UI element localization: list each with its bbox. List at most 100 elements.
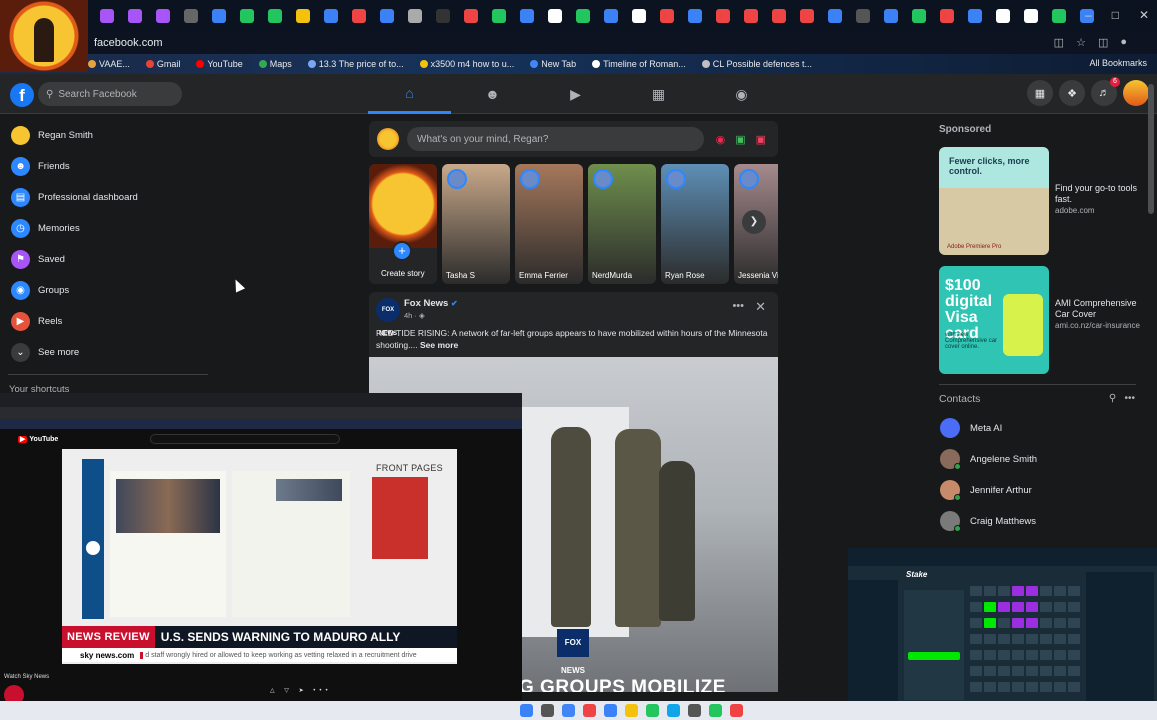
taskbar-app-icon[interactable] [646,704,659,717]
sidebar-item-groups[interactable]: ◉ Groups [0,275,210,306]
story-card[interactable]: Ryan Rose [661,164,729,284]
browser-tab[interactable] [492,9,506,23]
browser-tab[interactable] [380,9,394,23]
plus-icon[interactable]: + [392,241,412,261]
sidebar-item-saved[interactable]: ⚑ Saved [0,244,210,275]
bookmark-item[interactable]: CL Possible defences t... [701,59,812,69]
browser-tab[interactable] [688,9,702,23]
profile-icon[interactable]: ● [1120,36,1127,49]
taskbar-app-icon[interactable] [541,704,554,717]
ad-headline[interactable]: Find your go-to tools fast. adobe.com [1055,183,1141,216]
contact-item[interactable]: Meta AI [940,418,1002,438]
notifications-icon[interactable]: ♬ 6 [1091,77,1120,106]
browser-tab[interactable] [324,9,338,23]
contacts-more-icon[interactable]: ••• [1124,393,1135,404]
extensions-icon[interactable]: ◫ [1098,36,1108,49]
stories-next-button[interactable]: ❯ [742,210,766,234]
browser-tab[interactable] [184,9,198,23]
browser-tab[interactable] [828,9,842,23]
live-video-icon[interactable]: ◉ [716,133,726,146]
bookmark-item[interactable]: YouTube [196,59,243,69]
taskbar-app-icon[interactable] [730,704,743,717]
sponsored-ad[interactable]: Fewer clicks, more control. Adobe Premie… [939,147,1139,255]
browser-tab[interactable] [884,9,898,23]
sidebar-item-reels[interactable]: ▶ Reels [0,306,210,337]
browser-tab[interactable] [1024,9,1038,23]
browser-tab[interactable] [436,9,450,23]
install-icon[interactable]: ◫ [1054,36,1064,49]
page-scrollbar[interactable] [1148,84,1154,214]
browser-tab[interactable] [940,9,954,23]
composer-input[interactable]: What's on your mind, Regan? [407,127,704,151]
taskbar-app-icon[interactable] [688,704,701,717]
post-more-icon[interactable]: ••• [732,300,744,312]
browser-tab[interactable] [968,9,982,23]
ad-image[interactable]: Fewer clicks, more control. Adobe Premie… [939,147,1049,255]
friends-nav-icon[interactable]: ☻ [451,74,534,114]
browser-tab[interactable] [100,9,114,23]
browser-tab[interactable] [240,9,254,23]
minimize-icon[interactable]: – [1085,8,1092,22]
bookmark-item[interactable]: New Tab [530,59,576,69]
browser-tab[interactable] [716,9,730,23]
search-contacts-icon[interactable]: ⚲ [1109,393,1116,404]
sidebar-item-friends[interactable]: ☻ Friends [0,151,210,182]
reel-icon[interactable]: ▣ [756,133,766,146]
contact-item[interactable]: Craig Matthews [940,511,1036,532]
taskbar-app-icon[interactable] [562,704,575,717]
composer-avatar[interactable] [377,128,399,150]
browser-tab[interactable] [912,9,926,23]
browser-tab[interactable] [520,9,534,23]
bookmark-item[interactable]: x3500 m4 how to u... [419,59,514,69]
home-icon[interactable]: ⌂ [368,74,451,114]
browser-tab[interactable] [268,9,282,23]
taskbar-app-icon[interactable] [709,704,722,717]
sidebar-item-regan-smith[interactable]: Regan Smith [0,120,210,151]
facebook-logo[interactable]: f [10,83,34,107]
post-page-name[interactable]: Fox News ✔ [404,298,458,309]
close-window-icon[interactable]: ✕ [1139,8,1149,22]
browser-tab[interactable] [744,9,758,23]
post-page-avatar[interactable]: FOX NEWS [376,298,400,337]
bookmark-item[interactable]: Timeline of Roman... [592,59,686,69]
bookmark-item[interactable]: 13.3 The price of to... [307,59,404,69]
browser-tab[interactable] [660,9,674,23]
sidebar-item-memories[interactable]: ◷ Memories [0,213,210,244]
taskbar-app-icon[interactable] [625,704,638,717]
marketplace-icon[interactable]: ▦ [617,74,700,114]
browser-tab[interactable] [464,9,478,23]
bookmark-item[interactable]: Maps [258,59,292,69]
browser-tab[interactable] [772,9,786,23]
create-story-card[interactable]: + Create story [369,164,437,284]
story-card[interactable]: Tasha S [442,164,510,284]
gaming-icon[interactable]: ◉ [700,74,783,114]
browser-tab[interactable] [576,9,590,23]
ad-image[interactable]: $100 digital Visa card with new Comprehe… [939,266,1049,374]
messenger-icon[interactable]: ❖ [1059,80,1085,106]
see-more-link[interactable]: See more [420,340,458,350]
browser-tab[interactable] [352,9,366,23]
all-bookmarks[interactable]: All Bookmarks [1089,58,1147,68]
sidebar-item-professional-dashboard[interactable]: ▤ Professional dashboard [0,182,210,213]
browser-tab[interactable] [856,9,870,23]
browser-tab[interactable] [296,9,310,23]
post-close-icon[interactable]: ✕ [755,299,766,315]
taskbar-app-icon[interactable] [667,704,680,717]
sidebar-item-see-more[interactable]: ⌄ See more [0,337,210,368]
taskbar-app-icon[interactable] [520,704,533,717]
url-text[interactable]: facebook.com [94,37,162,49]
browser-tab[interactable] [996,9,1010,23]
sponsored-ad[interactable]: $100 digital Visa card with new Comprehe… [939,266,1141,374]
browser-tab[interactable] [604,9,618,23]
maximize-icon[interactable]: □ [1112,8,1119,22]
story-card[interactable]: NerdMurda [588,164,656,284]
ad-headline[interactable]: AMI Comprehensive Car Cover ami.co.nz/ca… [1055,298,1141,331]
post-timestamp[interactable]: 4h · ◈ [404,311,425,320]
star-icon[interactable]: ☆ [1076,36,1086,49]
browser-tab[interactable] [156,9,170,23]
taskbar-app-icon[interactable] [583,704,596,717]
photo-icon[interactable]: ▣ [735,133,745,146]
story-card[interactable]: Emma Ferrier [515,164,583,284]
account-avatar[interactable] [1123,80,1149,106]
browser-tab[interactable] [632,9,646,23]
